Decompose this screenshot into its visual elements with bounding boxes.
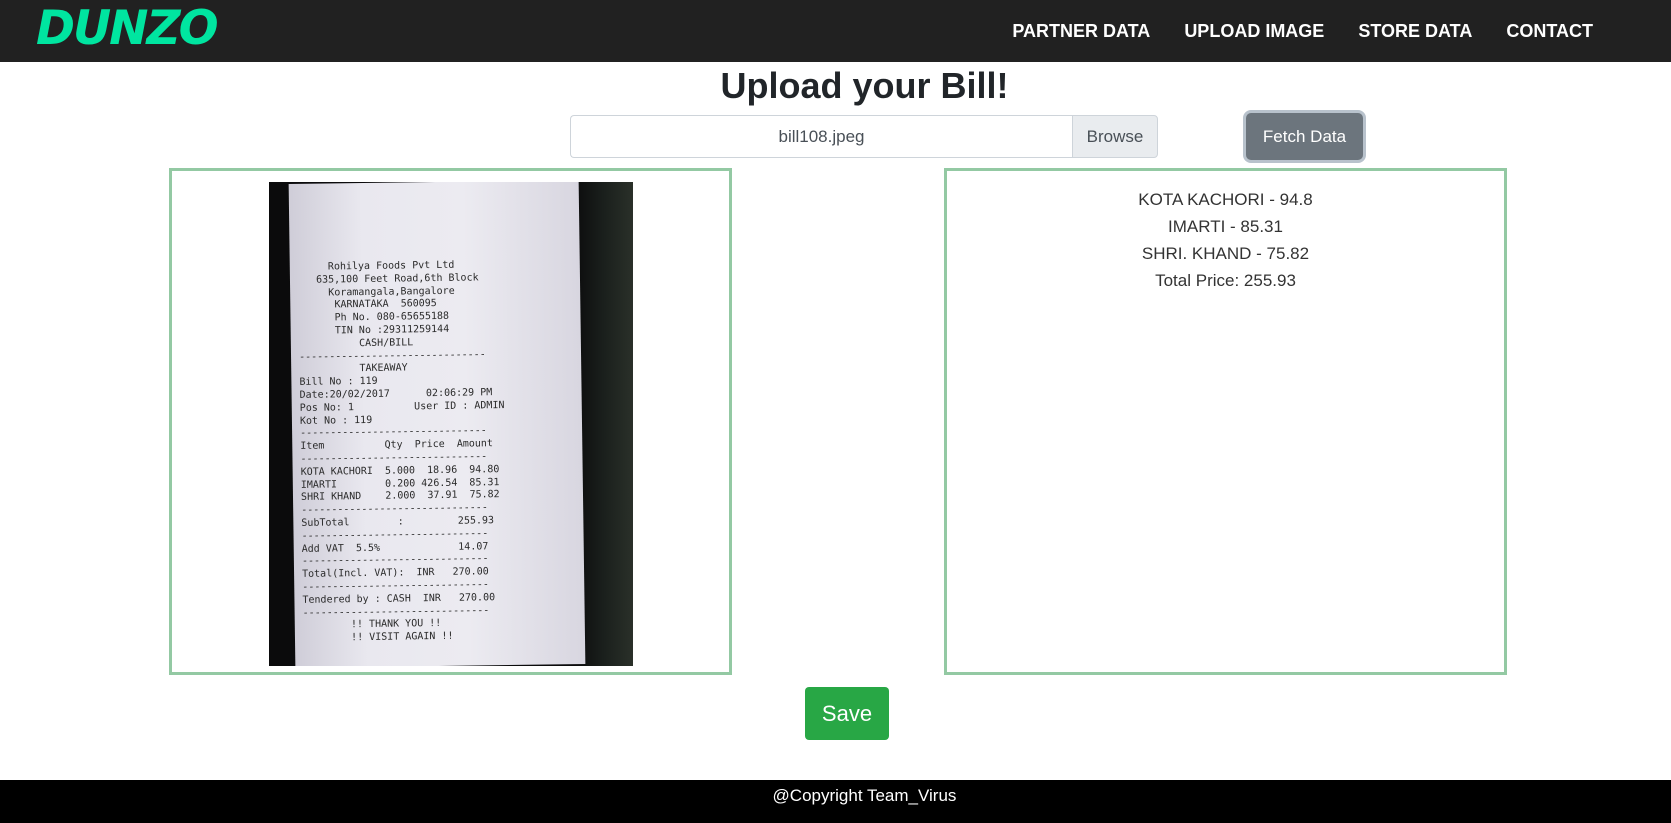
page-title: Upload your Bill!	[720, 65, 1009, 106]
receipt-paper: Rohilya Foods Pvt Ltd 635,100 Feet Road,…	[288, 182, 586, 666]
fetch-data-button[interactable]: Fetch Data	[1246, 113, 1363, 160]
nav-links: PARTNER DATA UPLOAD IMAGE STORE DATA CON…	[1012, 0, 1593, 62]
browse-button[interactable]: Browse	[1072, 115, 1158, 158]
footer: @Copyright Team_Virus	[0, 780, 1671, 823]
extracted-data-panel: KOTA KACHORI - 94.8 IMARTI - 85.31 SHRI.…	[944, 168, 1507, 675]
file-name: bill108.jpeg	[778, 126, 865, 146]
extracted-item: IMARTI - 85.31	[1168, 217, 1283, 236]
total-price: Total Price: 255.93	[1155, 271, 1296, 290]
receipt-text: Rohilya Foods Pvt Ltd 635,100 Feet Road,…	[290, 258, 585, 646]
nav-link-contact[interactable]: CONTACT	[1506, 21, 1593, 42]
save-button[interactable]: Save	[805, 687, 889, 740]
extracted-item: SHRI. KHAND - 75.82	[1141, 244, 1310, 263]
bill-image-panel: Rohilya Foods Pvt Ltd 635,100 Feet Road,…	[169, 168, 732, 675]
nav-link-partner-data[interactable]: PARTNER DATA	[1012, 21, 1150, 42]
nav-link-store-data[interactable]: STORE DATA	[1358, 21, 1472, 42]
extracted-item: KOTA KACHORI - 94.8	[1138, 190, 1313, 209]
copyright-text: @Copyright Team_Virus	[772, 786, 957, 805]
nav-link-upload-image[interactable]: UPLOAD IMAGE	[1184, 21, 1324, 42]
receipt-line: !! VISIT AGAIN !!	[302, 630, 454, 645]
extracted-items-list: KOTA KACHORI - 94.8 IMARTI - 85.31 SHRI.…	[947, 186, 1504, 294]
dunzo-logo[interactable]: DUNZO	[36, 1, 219, 56]
receipt-image: Rohilya Foods Pvt Ltd 635,100 Feet Road,…	[269, 182, 633, 666]
logo-text: DUNZO	[36, 1, 219, 56]
file-input[interactable]: bill108.jpeg	[570, 115, 1072, 158]
navbar: DUNZO PARTNER DATA UPLOAD IMAGE STORE DA…	[0, 0, 1671, 62]
file-upload-group: bill108.jpeg Browse	[570, 115, 1158, 158]
